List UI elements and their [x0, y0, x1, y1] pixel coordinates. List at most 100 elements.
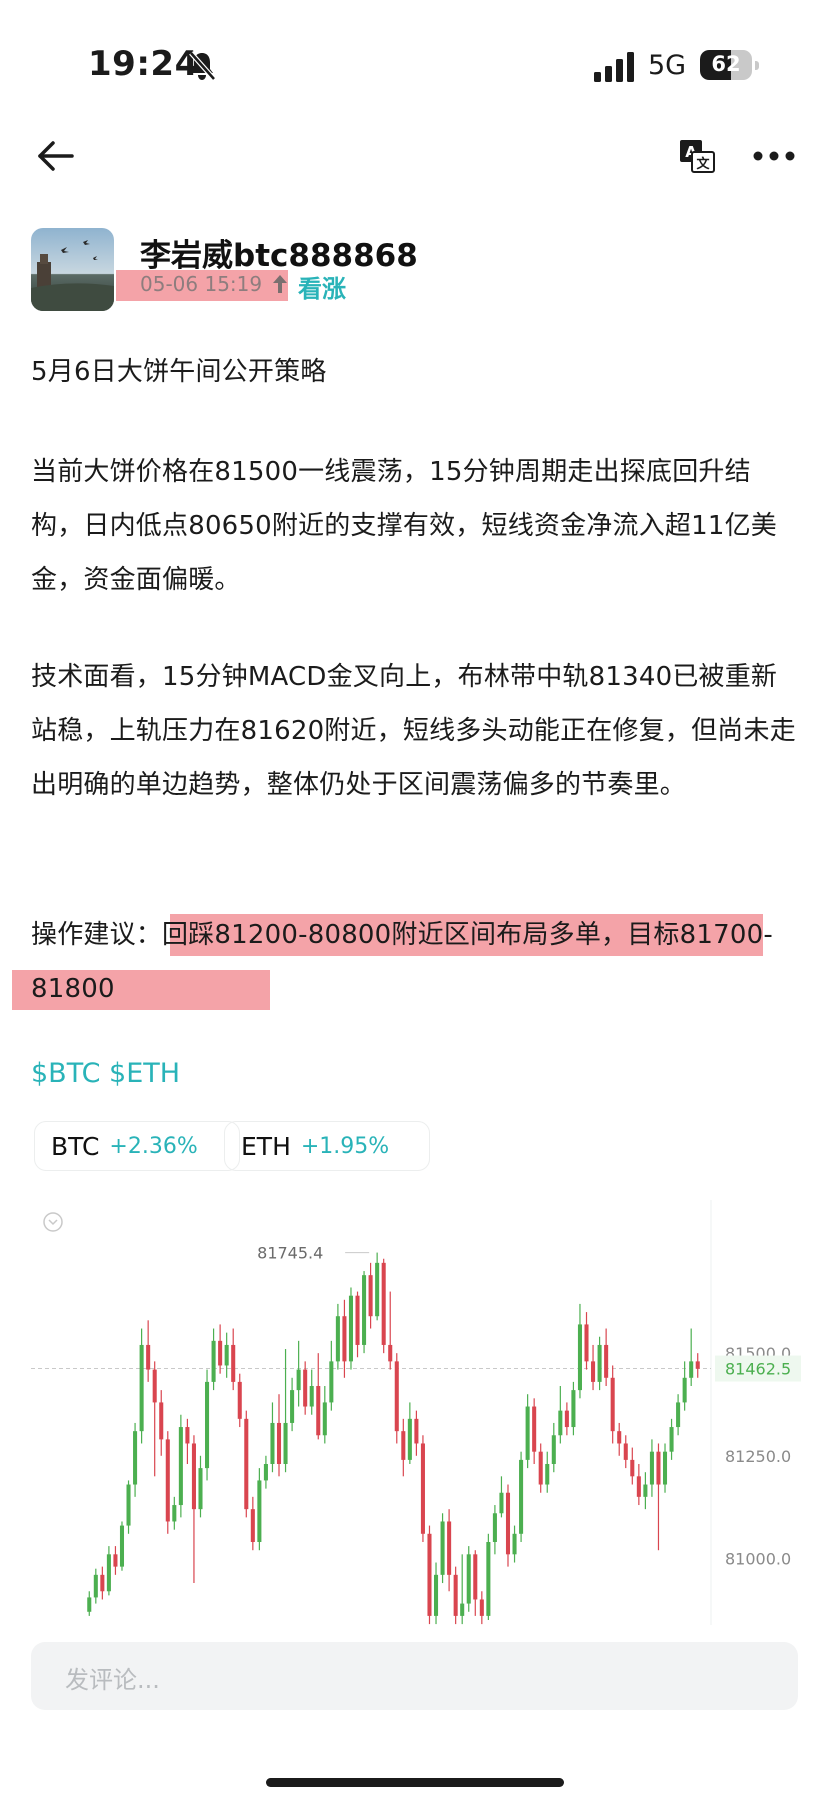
candle-body — [394, 1361, 399, 1432]
battery-level: 62 — [711, 52, 741, 76]
candle-body — [263, 1464, 268, 1481]
candle-body — [473, 1554, 478, 1600]
candle-body — [538, 1451, 543, 1485]
ticker-change: +2.36% — [109, 1133, 198, 1159]
candle-body — [250, 1509, 255, 1542]
candle-body — [152, 1369, 157, 1403]
ticker-chip-btc[interactable]: BTC +2.36% — [34, 1121, 240, 1171]
candle-body — [433, 1574, 439, 1616]
candle-body — [270, 1422, 275, 1464]
more-icon[interactable] — [752, 150, 796, 162]
candle-body — [649, 1451, 654, 1485]
candle-body — [119, 1525, 125, 1567]
candle-body — [290, 1390, 295, 1423]
candle-body — [159, 1402, 164, 1440]
post-advice: 操作建议：回踩81200-80800附近区间布局多单，目标81700-81800 — [31, 908, 801, 1016]
candle-body — [676, 1402, 681, 1428]
candle-body — [643, 1484, 648, 1497]
post-paragraph-2: 技术面看，15分钟MACD金叉向上，布林带中轨81340已被重新站稳，上轨压力在… — [31, 662, 796, 800]
back-arrow-icon[interactable] — [36, 138, 76, 174]
candle-body — [244, 1418, 249, 1510]
candle-body — [512, 1533, 517, 1555]
candle-body — [335, 1316, 340, 1362]
home-indicator[interactable] — [266, 1778, 564, 1787]
candle-body — [283, 1422, 288, 1464]
avatar-image — [31, 228, 114, 311]
candle-body — [133, 1431, 138, 1485]
chevron-down-icon — [48, 1219, 58, 1226]
author-name[interactable]: 李岩威btc888868 — [140, 230, 418, 275]
signal-icon — [594, 52, 634, 82]
advice-label: 操作建议： — [31, 920, 163, 950]
candle-body — [146, 1344, 151, 1370]
avatar[interactable] — [31, 228, 114, 311]
candle-body — [682, 1377, 687, 1403]
candle-body — [610, 1377, 615, 1432]
status-time: 19:24 — [88, 44, 199, 84]
candle-body — [630, 1459, 635, 1477]
candle-body — [388, 1344, 393, 1362]
candle-body — [309, 1386, 314, 1407]
candle-body — [211, 1340, 216, 1382]
candle-body — [113, 1554, 118, 1567]
candle-body — [126, 1484, 131, 1526]
candle-body — [558, 1410, 563, 1436]
comment-input[interactable]: 发评论... — [31, 1642, 798, 1710]
battery-icon: 62 — [700, 50, 752, 80]
candle-body — [662, 1451, 668, 1485]
candle-body — [597, 1344, 602, 1382]
candle-body — [401, 1431, 406, 1460]
candle-body — [551, 1435, 556, 1464]
candle-body — [492, 1513, 497, 1542]
candle-body — [185, 1427, 190, 1444]
candle-body — [525, 1406, 530, 1460]
candle-body — [100, 1574, 105, 1592]
candle-body — [381, 1262, 386, 1345]
candle-body — [577, 1324, 582, 1391]
candle-body — [564, 1410, 569, 1428]
candle-body — [447, 1521, 452, 1575]
candle-body — [460, 1603, 465, 1616]
candle-body — [296, 1369, 301, 1391]
candle-body — [656, 1451, 661, 1485]
candle-body — [420, 1443, 425, 1534]
candle-body — [604, 1344, 609, 1378]
candle-body — [231, 1344, 236, 1382]
candle-body — [224, 1344, 229, 1366]
candle-body — [191, 1443, 196, 1510]
post-paragraph-1: 当前大饼价格在81500一线震荡，15分钟周期走出探底回升结构，日内低点8065… — [31, 457, 777, 595]
price-chart[interactable]: 81500.081250.081000.081462.581745.4 — [31, 1200, 801, 1625]
candle-body — [93, 1574, 98, 1598]
candle-body — [178, 1427, 183, 1506]
candle-body — [198, 1468, 203, 1510]
candle-body — [276, 1422, 282, 1464]
candle-body — [316, 1386, 321, 1436]
battery-cap — [755, 61, 759, 70]
candle-body — [172, 1505, 177, 1522]
candle-body — [466, 1554, 471, 1604]
collapse-icon — [43, 1212, 63, 1232]
candle-body — [218, 1340, 223, 1366]
candle-body — [545, 1464, 550, 1485]
candle-body — [257, 1480, 262, 1542]
candle-body — [87, 1597, 92, 1612]
translate-icon[interactable]: A 文 — [680, 140, 716, 174]
candle-body — [139, 1344, 144, 1432]
candle-body — [427, 1533, 432, 1616]
ticker-chip-eth[interactable]: ETH +1.95% — [224, 1121, 430, 1171]
candle-body — [689, 1361, 694, 1378]
post-date: 05-06 15:19 — [140, 272, 263, 296]
candle-body — [355, 1295, 360, 1345]
candle-body — [571, 1390, 576, 1428]
svg-text:文: 文 — [696, 156, 710, 172]
candle-body — [505, 1492, 511, 1555]
candle-body — [322, 1402, 327, 1436]
comment-placeholder: 发评论... — [65, 1666, 160, 1694]
candle-body — [348, 1295, 354, 1362]
candle-body — [440, 1521, 445, 1575]
candle-body — [237, 1381, 242, 1419]
bell-off-icon — [189, 51, 216, 81]
candle-body — [329, 1361, 334, 1403]
candle-body — [165, 1439, 170, 1522]
post-tags[interactable]: $BTC $ETH — [31, 1058, 180, 1089]
